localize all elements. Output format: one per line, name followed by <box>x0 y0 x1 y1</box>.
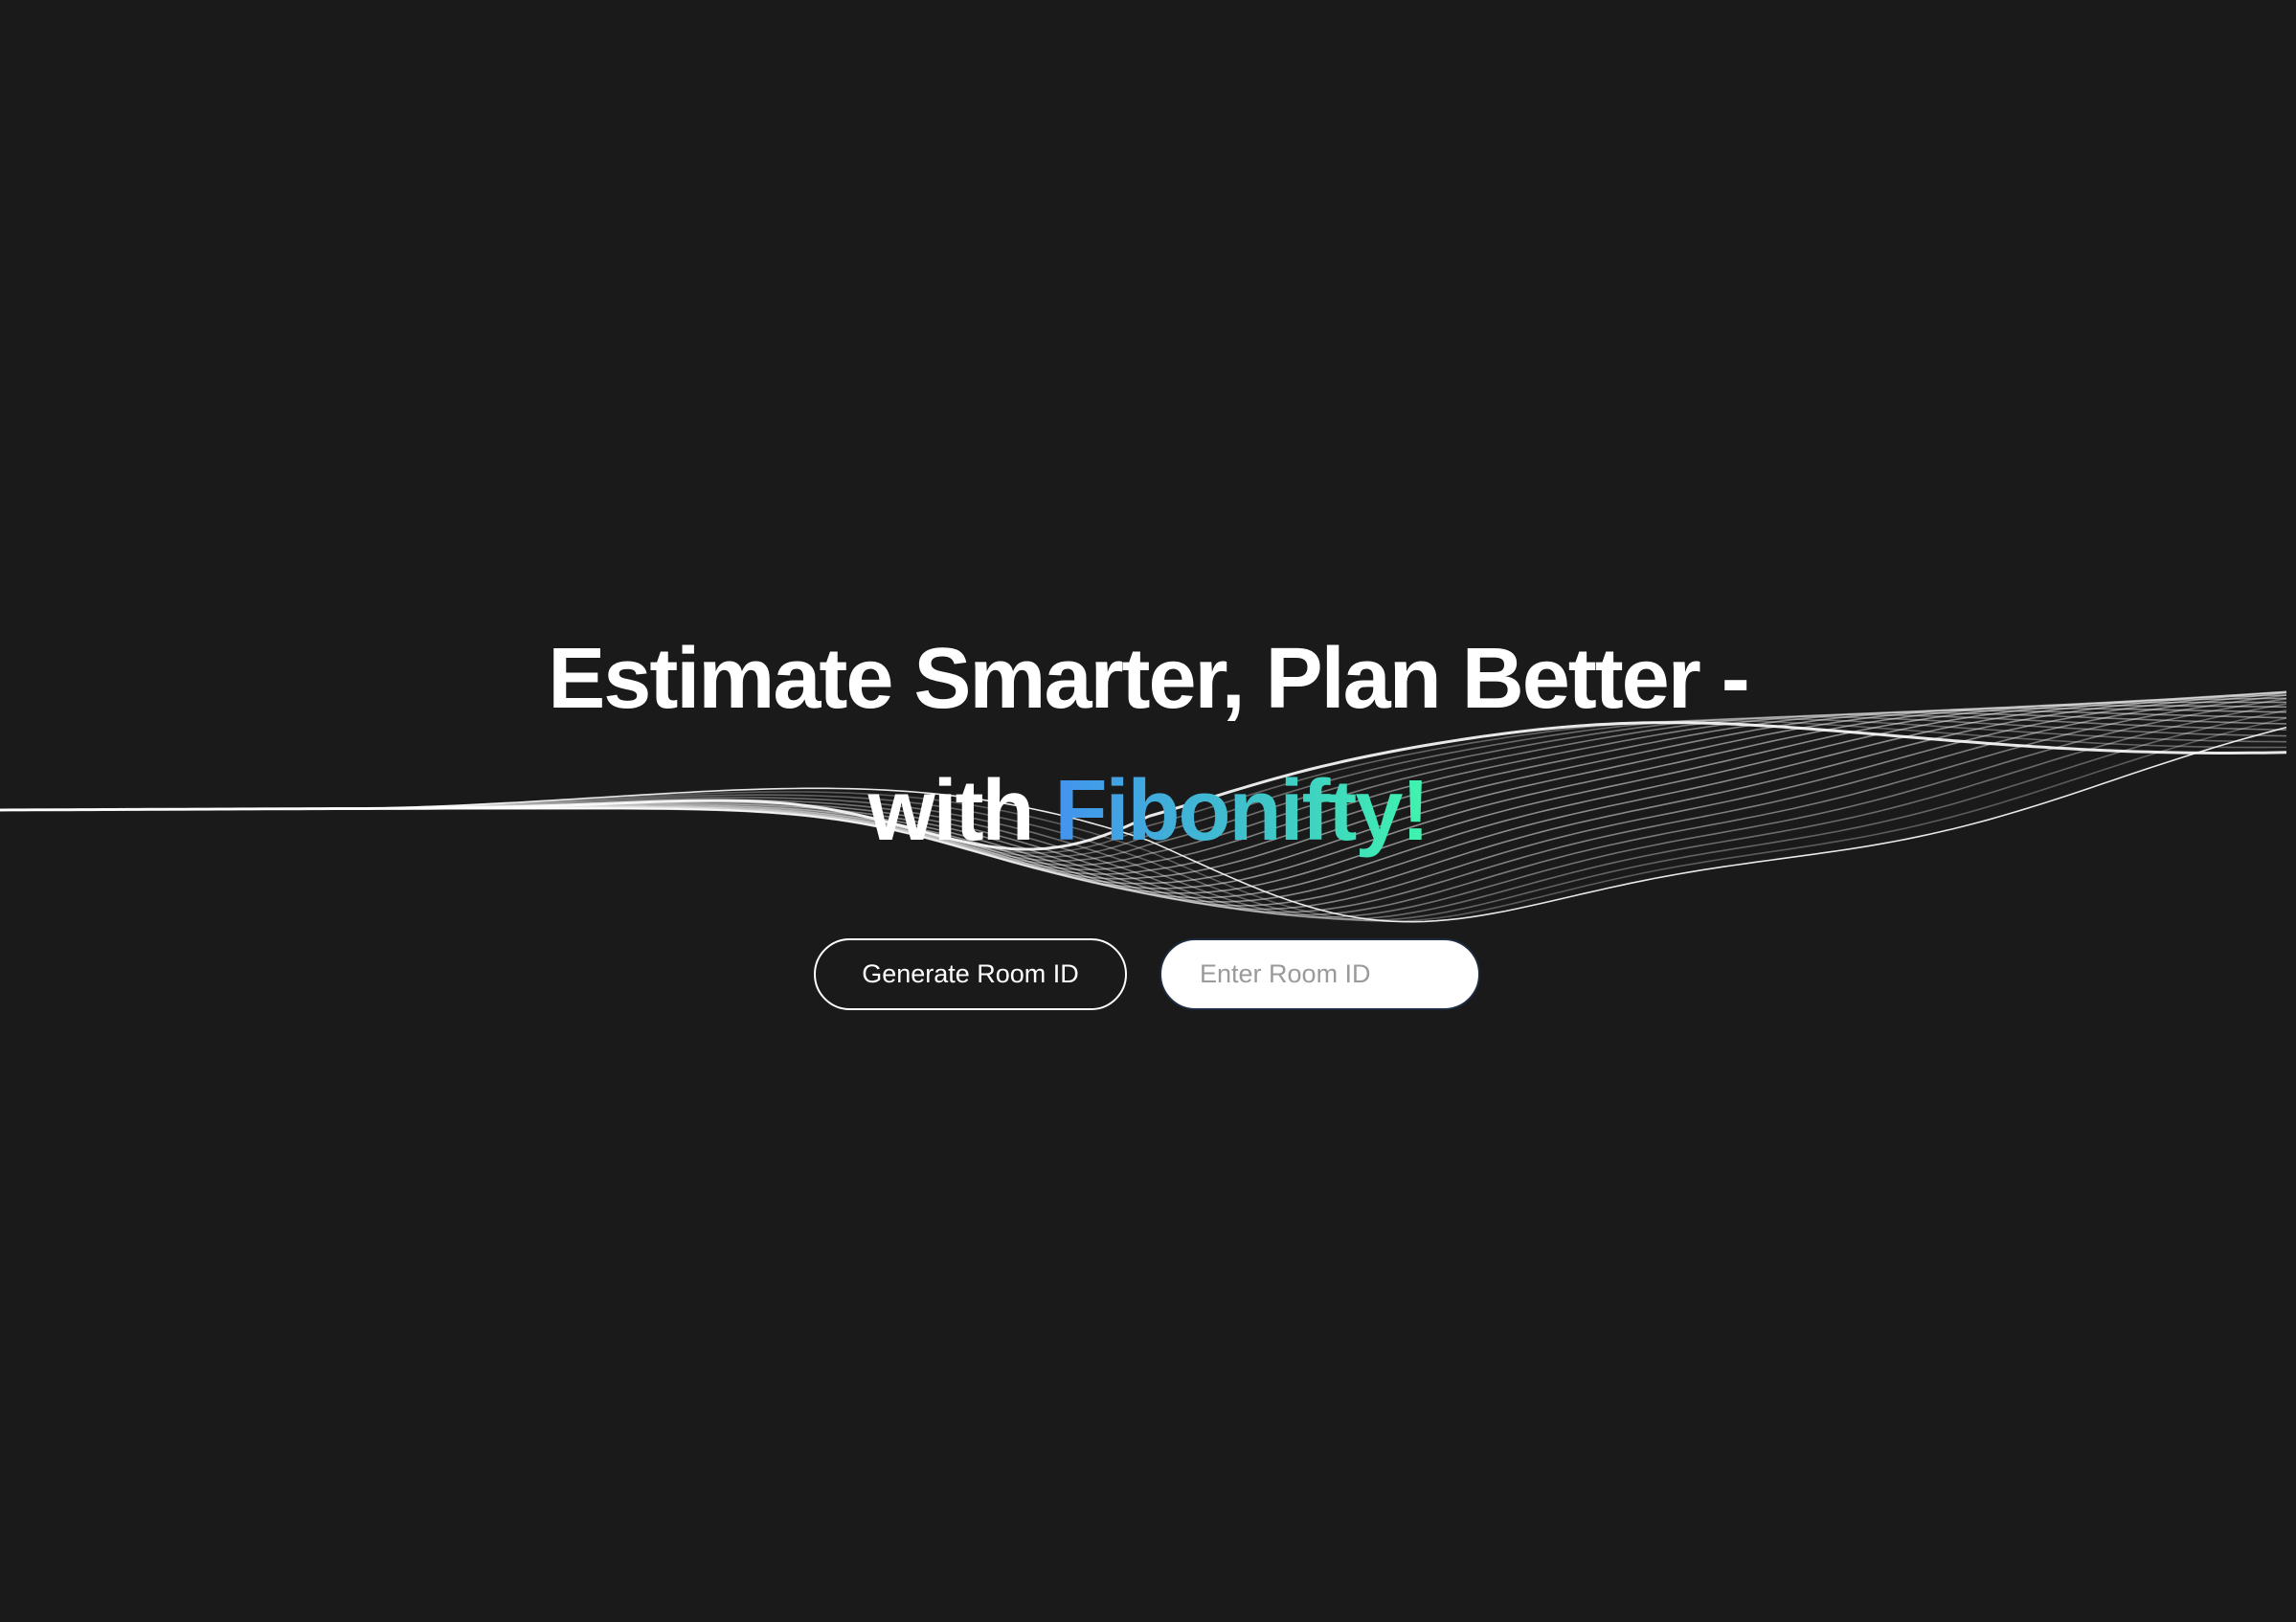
room-id-input[interactable] <box>1159 938 1480 1010</box>
headline-line-1: Estimate Smarter, Plan Better - <box>548 631 1750 727</box>
headline-prefix: with <box>867 763 1055 859</box>
generate-room-id-button[interactable]: Generate Room ID <box>814 938 1127 1010</box>
headline-line-2: with Fibonifty! <box>0 745 2296 877</box>
hero: Estimate Smarter, Plan Better - with Fib… <box>0 613 2296 877</box>
brand-name: Fibonifty! <box>1054 763 1430 859</box>
room-actions: Generate Room ID <box>814 938 1480 1010</box>
